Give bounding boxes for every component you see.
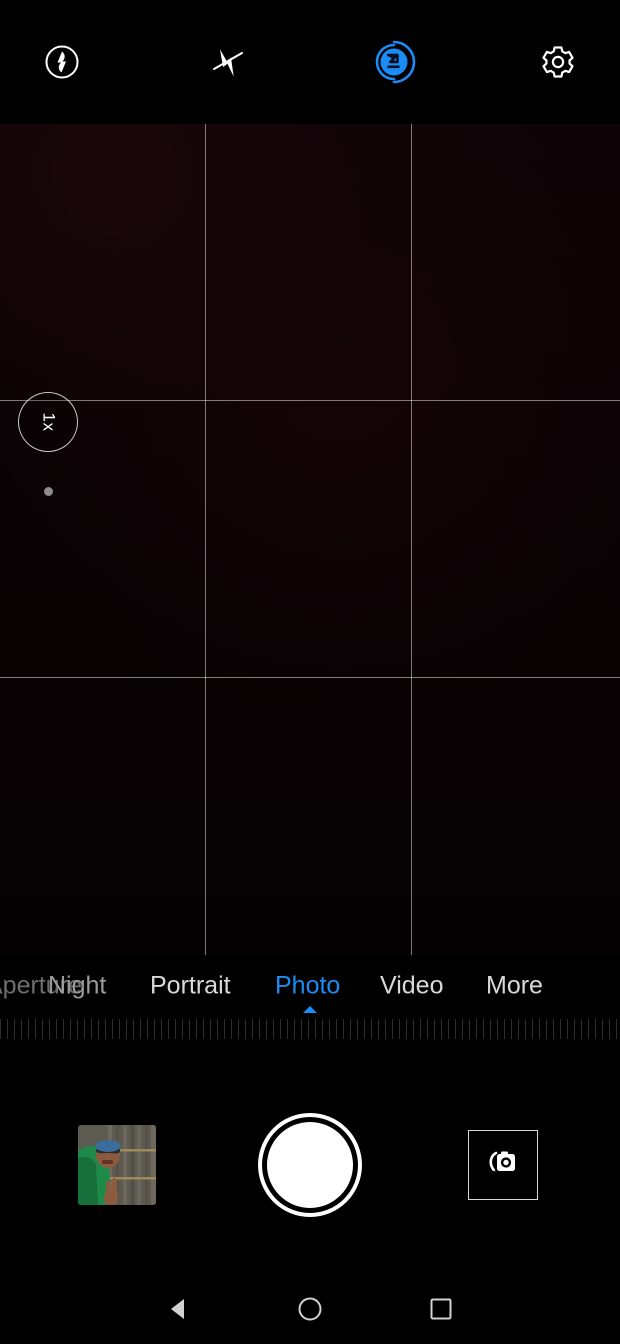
hdr-auto-icon [40, 40, 84, 89]
grid-line-vertical-2 [411, 124, 412, 955]
switch-camera-button[interactable] [468, 1130, 538, 1200]
mode-tab-photo[interactable]: Photo [275, 972, 340, 1001]
last-photo-thumbnail-image [78, 1125, 156, 1205]
mode-tab-video[interactable]: Video [380, 972, 444, 1001]
recents-square-icon [426, 1294, 456, 1329]
grid-line-horizontal-2 [0, 677, 620, 678]
gallery-thumbnail-button[interactable] [78, 1125, 156, 1205]
ai-camera-icon [368, 36, 420, 93]
shutter-inner-circle [267, 1122, 353, 1208]
mode-tab-night[interactable]: Night [48, 972, 106, 1001]
zoom-level-label: 1x [39, 412, 58, 432]
zoom-level-button[interactable]: 1x [18, 392, 78, 452]
camera-top-toolbar [0, 0, 620, 124]
flash-off-button[interactable] [200, 36, 256, 92]
settings-button[interactable] [530, 36, 586, 92]
grid-line-vertical-1 [205, 124, 206, 955]
ai-camera-button[interactable] [366, 36, 422, 92]
mode-tab-more[interactable]: More [486, 972, 543, 1001]
home-circle-icon [295, 1294, 325, 1329]
mode-active-indicator [303, 1006, 317, 1013]
shutter-button[interactable] [258, 1113, 362, 1217]
back-triangle-icon [164, 1294, 194, 1329]
camera-viewfinder[interactable] [0, 124, 620, 955]
mode-ruler-strip [0, 1019, 620, 1039]
grid-line-horizontal-1 [0, 400, 620, 401]
switch-camera-icon [481, 1141, 525, 1190]
nav-recents-button[interactable] [417, 1288, 465, 1336]
gear-icon [536, 40, 580, 89]
nav-home-button[interactable] [286, 1288, 334, 1336]
camera-app: 1x Aperture Night Portrait Photo Video M… [0, 0, 620, 1344]
flash-off-icon [204, 40, 252, 89]
zoom-slider-dot[interactable] [44, 487, 53, 496]
hdr-auto-button[interactable] [34, 36, 90, 92]
android-navigation-bar [0, 1279, 620, 1344]
nav-back-button[interactable] [155, 1288, 203, 1336]
mode-tab-portrait[interactable]: Portrait [150, 972, 231, 1001]
